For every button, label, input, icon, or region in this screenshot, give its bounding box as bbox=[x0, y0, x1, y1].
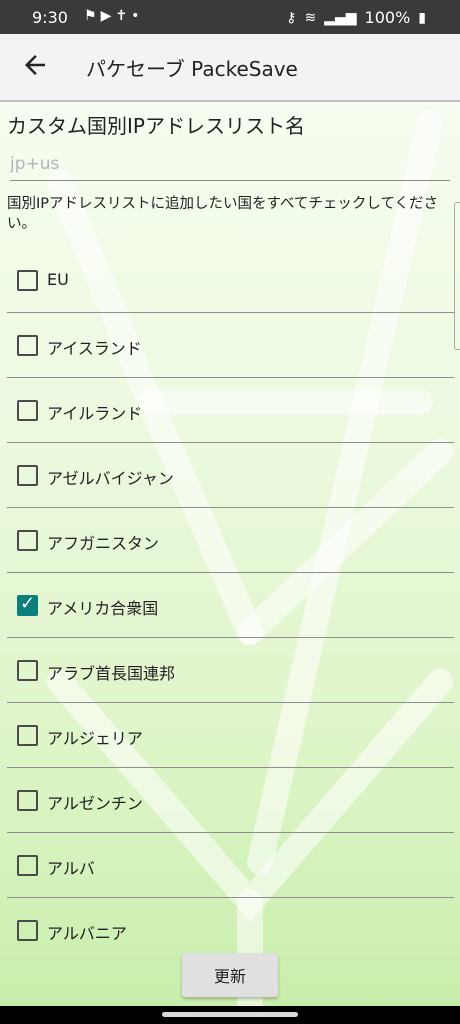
country-row-iceland[interactable]: アイスランド bbox=[7, 313, 454, 378]
country-label: アイルランド bbox=[47, 404, 143, 423]
country-row-algeria[interactable]: アルジェリア bbox=[7, 703, 454, 768]
navigation-bar bbox=[0, 1006, 460, 1024]
country-row-eu[interactable]: EU bbox=[7, 248, 454, 313]
checkbox[interactable] bbox=[17, 465, 38, 486]
country-row-azerbaijan[interactable]: アゼルバイジャン bbox=[7, 443, 454, 508]
country-row-afghanistan[interactable]: アフガニスタン bbox=[7, 508, 454, 573]
main-content: カスタム国別IPアドレスリスト名 国別IPアドレスリストに追加したい国をすべてチ… bbox=[0, 102, 460, 1006]
check-icon: ✓ bbox=[20, 593, 36, 614]
country-label: EU bbox=[47, 270, 69, 289]
youtube-icon: ▶ bbox=[100, 8, 116, 24]
instruction-text: 国別IPアドレスリストに追加したい国をすべてチェックしてください。 bbox=[7, 196, 439, 232]
checkbox[interactable] bbox=[17, 855, 38, 876]
checkbox[interactable] bbox=[17, 270, 38, 291]
app-title: パケセーブ PackeSave bbox=[86, 57, 298, 81]
list-name-input[interactable] bbox=[10, 148, 450, 181]
accessibility-icon: ✝ bbox=[115, 8, 132, 24]
country-row-ireland[interactable]: アイルランド bbox=[7, 378, 454, 443]
signal-icon: ▂▄▆ bbox=[324, 9, 357, 26]
checkbox[interactable] bbox=[17, 530, 38, 551]
checkbox[interactable] bbox=[17, 335, 38, 356]
country-row-usa[interactable]: ✓ アメリカ合衆国 bbox=[7, 573, 454, 638]
scroll-indicator[interactable] bbox=[454, 202, 460, 350]
vpn-key-icon: ⚷ bbox=[286, 9, 297, 26]
country-label: アルジェリア bbox=[47, 729, 143, 748]
wifi-icon: ≋ bbox=[304, 9, 317, 26]
status-bar: 9:30 ⚑▶✝• ⚷ ≋ ▂▄▆ 100% ▮ bbox=[0, 0, 460, 34]
checkbox[interactable] bbox=[17, 725, 38, 746]
status-left-icons: ⚑▶✝• bbox=[84, 8, 143, 24]
home-gesture-handle[interactable] bbox=[162, 1012, 298, 1017]
status-right-icons: ⚷ ≋ ▂▄▆ 100% ▮ bbox=[286, 8, 426, 27]
notification-icon: ⚑ bbox=[84, 8, 101, 24]
checkbox[interactable] bbox=[17, 660, 38, 681]
country-row-uae[interactable]: アラブ首長国連邦 bbox=[7, 638, 454, 703]
update-button[interactable]: 更新 bbox=[182, 953, 278, 997]
battery-percent: 100% bbox=[364, 8, 411, 27]
country-row-argentina[interactable]: アルゼンチン bbox=[7, 768, 454, 833]
country-label: アルバ bbox=[47, 859, 95, 878]
country-label: アメリカ合衆国 bbox=[47, 599, 159, 618]
checkbox[interactable] bbox=[17, 790, 38, 811]
list-name-heading: カスタム国別IPアドレスリスト名 bbox=[7, 114, 305, 138]
app-bar: パケセーブ PackeSave bbox=[0, 34, 460, 102]
checkbox[interactable] bbox=[17, 400, 38, 421]
checkbox[interactable] bbox=[17, 920, 38, 941]
dot-icon: • bbox=[131, 8, 144, 24]
country-label: アルゼンチン bbox=[47, 794, 143, 813]
country-label: アルバニア bbox=[47, 924, 127, 943]
checkbox-checked[interactable]: ✓ bbox=[17, 593, 38, 616]
country-label: アラブ首長国連邦 bbox=[47, 664, 176, 683]
country-label: アフガニスタン bbox=[47, 534, 160, 553]
country-label: アゼルバイジャン bbox=[47, 469, 174, 488]
country-row-aruba[interactable]: アルバ bbox=[7, 833, 454, 898]
battery-icon: ▮ bbox=[418, 9, 426, 26]
country-label: アイスランド bbox=[47, 339, 142, 358]
arrow-left-icon[interactable] bbox=[20, 50, 50, 80]
status-time: 9:30 bbox=[32, 8, 68, 27]
country-list: EU アイスランド アイルランド アゼルバイジャン アフガニスタン ✓ アメリカ合… bbox=[7, 248, 454, 962]
